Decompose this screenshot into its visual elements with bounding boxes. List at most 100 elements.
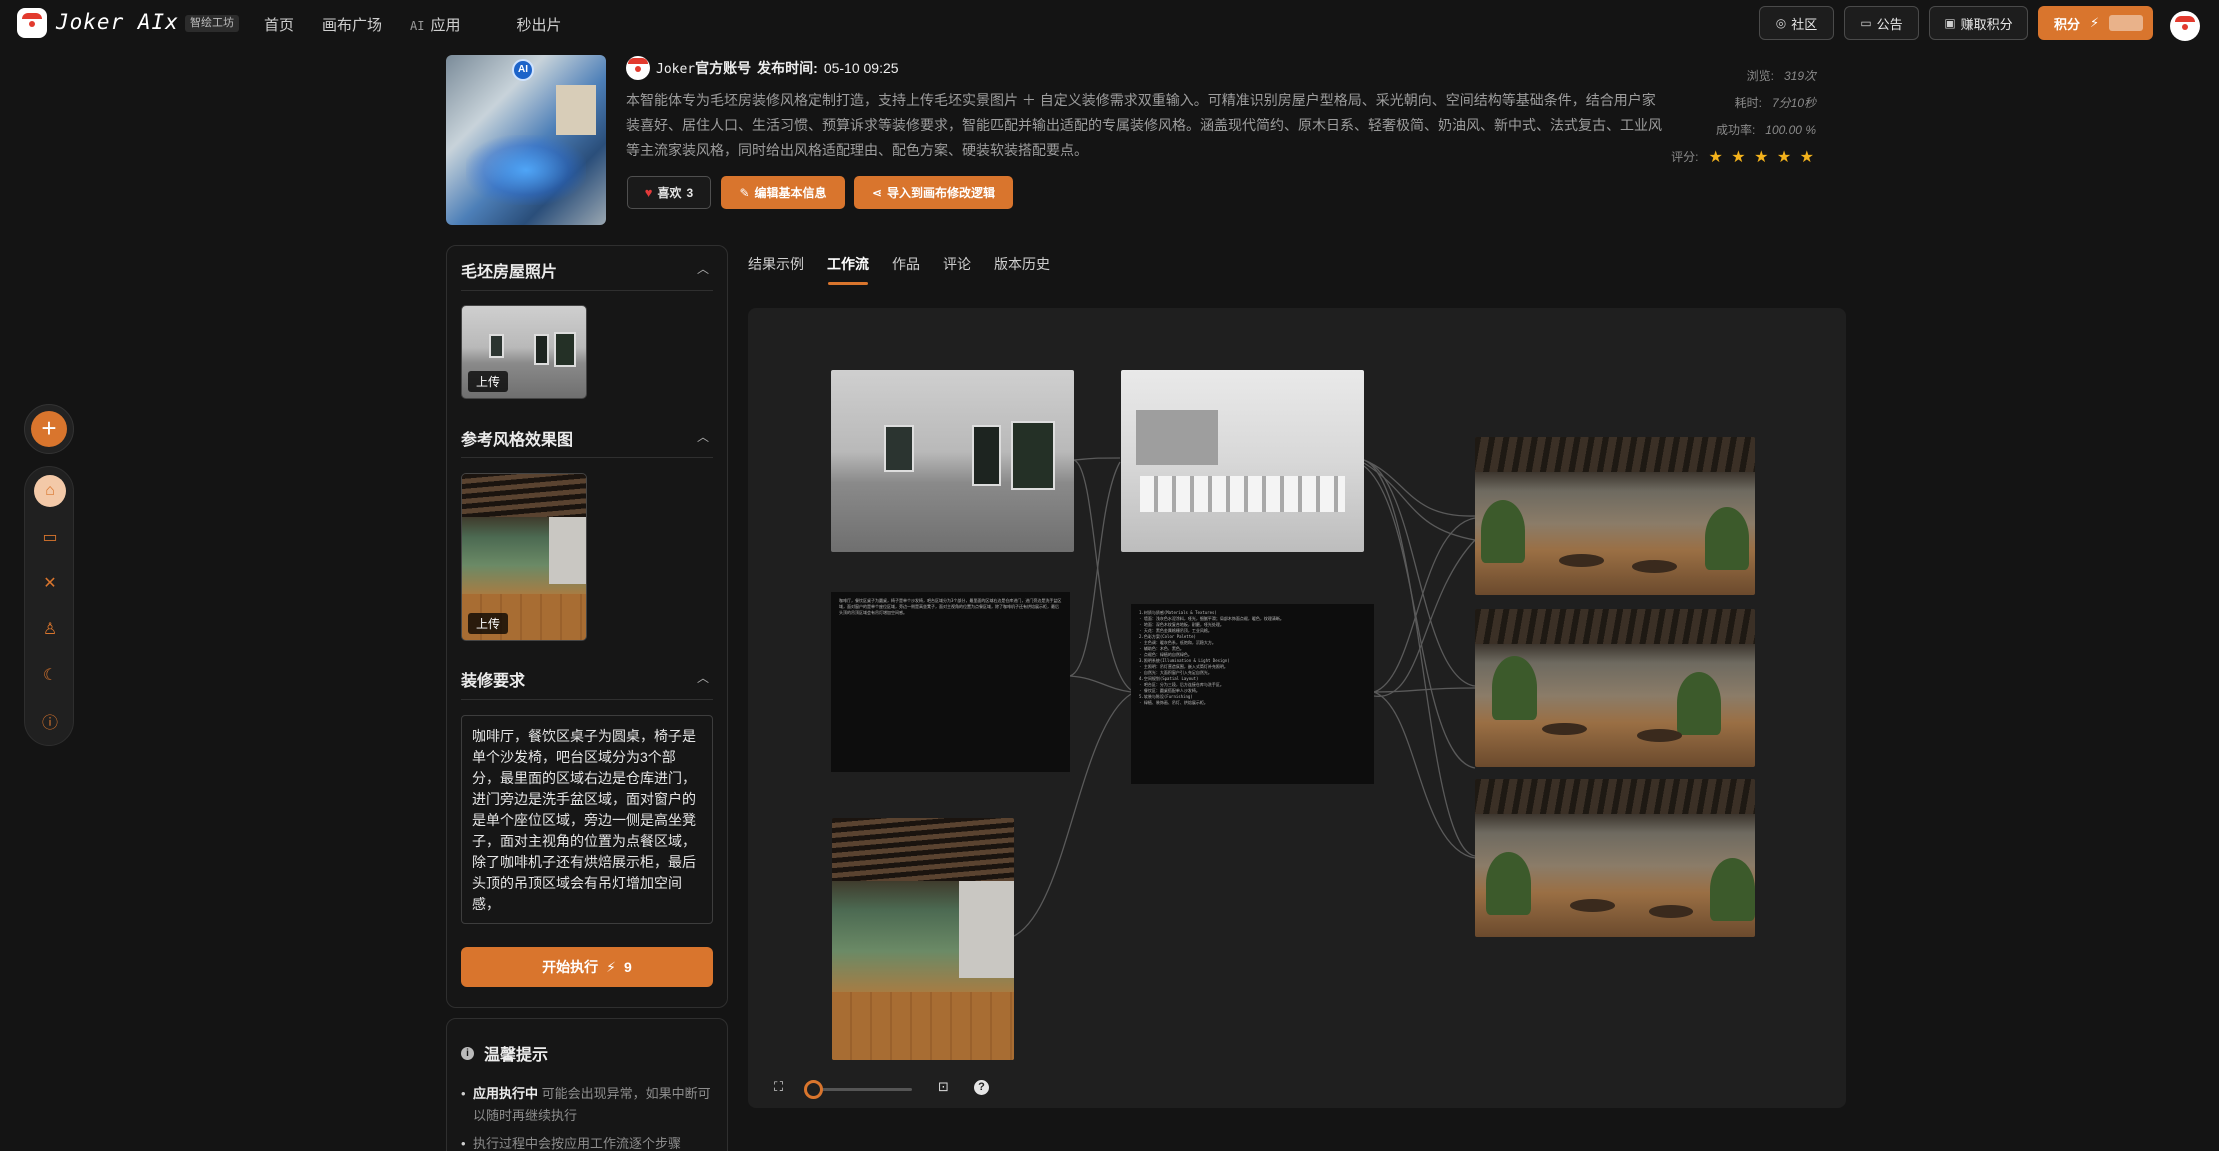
connection-line [1363, 459, 1476, 857]
brand-name[interactable]: Joker AIx [56, 10, 179, 34]
zoom-slider-track[interactable] [808, 1088, 912, 1091]
section-requirements-title: 装修要求 [461, 673, 526, 690]
fit-view-icon[interactable]: ⛶ [774, 1079, 783, 1095]
chevron-up-icon[interactable]: ︿ [697, 428, 709, 445]
lightning-icon: ⚡ [2090, 15, 2100, 30]
logo[interactable] [17, 8, 47, 38]
table-shape [1648, 905, 1694, 919]
like-label: 喜欢 [657, 186, 682, 200]
create-button[interactable]: + [24, 404, 74, 454]
node-raw-photo[interactable] [831, 370, 1074, 552]
like-button[interactable]: ♥ 喜欢 3 [627, 176, 711, 209]
tips-panel: i 温馨提示 应用执行中 可能会出现异常，如果中断可以随时再继续执行 执行过程中会… [446, 1018, 728, 1151]
help-icon[interactable]: ? [974, 1080, 989, 1095]
user-avatar[interactable] [2170, 11, 2200, 41]
nav-home[interactable]: 首页 [264, 14, 294, 35]
cover-window [556, 85, 596, 135]
run-button[interactable]: 开始执行 ⚡ 9 [461, 947, 713, 987]
edit-info-button[interactable]: ✎ 编辑基本信息 [721, 176, 845, 209]
cover-glow [466, 135, 586, 205]
nav-apps[interactable]: AI 应用 [410, 14, 488, 35]
moon-icon[interactable]: ☾ [34, 659, 66, 691]
nav-instant-photo[interactable]: 秒出片 [517, 14, 562, 35]
connection-line [1363, 459, 1476, 687]
points-button[interactable]: 积分 ⚡ [2038, 6, 2153, 40]
avatar-clown-icon [2175, 16, 2195, 36]
minimap-icon[interactable]: ⊡ [938, 1079, 949, 1095]
app-stats: 浏览: 319次 耗时: 7分10秒 成功率: 100.00 % 评分: ★ ★ ★ ★… [1616, 62, 1816, 170]
author-avatar[interactable] [626, 56, 650, 80]
share-icon: ⋖ [871, 185, 883, 200]
upload-tag[interactable]: 上传 [468, 371, 509, 392]
tab-workflow[interactable]: 工作流 [827, 254, 869, 285]
node-prompt-text[interactable]: 咖啡厅，餐饮区桌子为圆桌，椅子是单个沙发椅，吧台区域分为3个部分，最里面的区域右… [831, 592, 1070, 772]
announcement-button[interactable]: ▭ 公告 [1844, 6, 1919, 40]
section-ref-style-title: 参考风格效果图 [461, 432, 574, 449]
views-label: 浏览: [1746, 69, 1774, 83]
plus-icon: + [31, 411, 67, 447]
content-tabs: 结果示例 工作流 作品 评论 版本历史 [748, 254, 1073, 285]
heart-icon: ♥ [644, 185, 653, 200]
main-nav: 首页 画布广场 AI 应用 秒出片 [264, 14, 590, 35]
node-whitebox-render[interactable] [1121, 370, 1364, 552]
app-description: 本智能体专为毛坯房装修风格定制打造，支持上传毛坯实景图片 ＋ 自定义装修需求双重… [626, 92, 1662, 158]
tools-icon[interactable]: ✕ [34, 567, 66, 599]
table-shape [1570, 899, 1615, 912]
gift-icon: ▣ [1944, 16, 1956, 30]
workflow-canvas[interactable]: 咖啡厅，餐饮区桌子为圆桌，椅子是单个沙发椅，吧台区域分为3个部分，最里面的区域右… [748, 308, 1846, 1108]
clown-logo-icon [22, 13, 42, 33]
tip-bold: 应用执行中 [473, 1086, 539, 1101]
earn-points-button[interactable]: ▣ 赚取积分 [1929, 6, 2028, 40]
tab-works[interactable]: 作品 [892, 254, 920, 274]
community-button[interactable]: ◎ 社区 [1759, 6, 1834, 40]
nav-apps-label: 应用 [430, 17, 461, 34]
node-output-image-3[interactable] [1475, 779, 1755, 937]
connection-line [1069, 461, 1121, 677]
node-analysis-text[interactable]: 1.材质与质感(Materials & Textures) · 墙面：浅灰色水泥… [1131, 604, 1374, 784]
raw-photo-upload[interactable]: 上传 [461, 305, 587, 399]
import-canvas-button[interactable]: ⋖ 导入到画布修改逻辑 [854, 176, 1013, 209]
ceiling-beams [832, 818, 1014, 881]
plant-shape [1480, 500, 1526, 564]
author-name[interactable]: Joker官方账号 [656, 58, 751, 78]
chevron-up-icon[interactable]: ︿ [697, 260, 709, 277]
requirements-textarea[interactable]: 咖啡厅，餐饮区桌子为圆桌，椅子是单个沙发椅，吧台区域分为3个部分，最里面的区域右… [461, 715, 713, 924]
tab-comments[interactable]: 评论 [943, 254, 971, 274]
ceiling-beams [1475, 609, 1755, 644]
folder-icon[interactable]: ▭ [34, 521, 66, 553]
tips-title-row: i 温馨提示 [461, 1041, 548, 1065]
side-toolbar: ⌂ ▭ ✕ ♙ ☾ ⓘ [24, 466, 74, 746]
divider [461, 457, 713, 458]
success-label: 成功率: [1715, 123, 1756, 137]
section-raw-photo-title: 毛坯房屋照片 [461, 264, 558, 281]
upload-tag[interactable]: 上传 [468, 613, 509, 634]
info-icon: i [461, 1046, 474, 1060]
window-shape [1135, 410, 1219, 465]
tab-results[interactable]: 结果示例 [748, 254, 804, 274]
user-icon[interactable]: ♙ [34, 613, 66, 645]
author-name-en: Joker [656, 62, 696, 77]
chevron-up-icon[interactable]: ︿ [697, 669, 709, 686]
wall-shape [959, 880, 1014, 978]
edit-label: 编辑基本信息 [754, 186, 827, 200]
brand-tag: 智绘工坊 [185, 15, 239, 32]
tip-text: 执行过程中会按应用工作流逐个步骤 [473, 1136, 682, 1151]
node-ref-style[interactable] [832, 818, 1014, 1060]
info-icon[interactable]: ⓘ [34, 705, 66, 737]
connection-line [1373, 691, 1476, 859]
community-label: 社区 [1791, 16, 1818, 32]
import-label: 导入到画布修改逻辑 [887, 186, 996, 200]
connection-line [1073, 457, 1121, 461]
window-shape [533, 333, 549, 365]
nav-canvas-square[interactable]: 画布广场 [322, 14, 382, 35]
node-output-image-1[interactable] [1475, 437, 1755, 595]
rating-stars: ★ ★ ★ ★ ★ [1708, 148, 1816, 166]
node-output-image-2[interactable] [1475, 609, 1755, 767]
app-cover-image: AI [446, 55, 606, 225]
plant-shape [1486, 851, 1531, 915]
ref-style-upload[interactable]: 上传 [461, 473, 587, 641]
views-value: 319次 [1783, 69, 1816, 83]
home-icon[interactable]: ⌂ [34, 475, 66, 507]
plant-shape [1676, 672, 1722, 736]
tab-version-history[interactable]: 版本历史 [994, 254, 1050, 274]
